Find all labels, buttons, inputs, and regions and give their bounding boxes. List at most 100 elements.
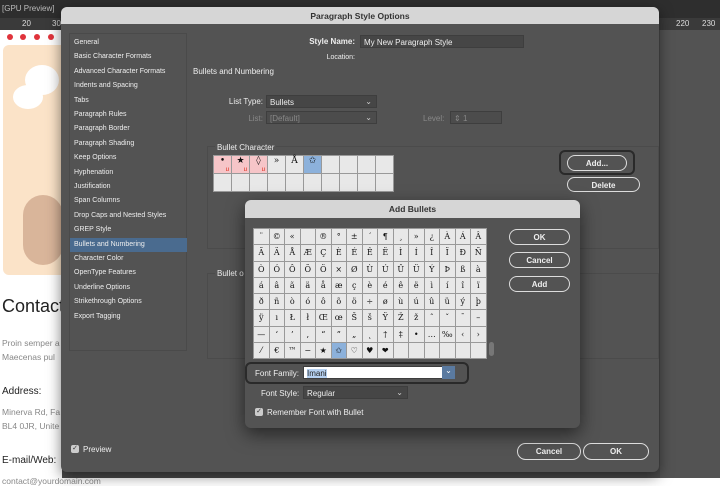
glyph-cell[interactable]: â	[269, 277, 284, 294]
style-name-input[interactable]: My New Paragraph Style	[360, 35, 524, 48]
glyph-cell[interactable]: Ñ	[471, 245, 486, 261]
glyph-cell[interactable]: “	[316, 326, 331, 343]
glyph-cell[interactable]: −	[300, 343, 315, 359]
glyph-cell[interactable]: ¿	[424, 229, 439, 245]
sidebar-item[interactable]: Basic Character Formats	[70, 50, 187, 64]
glyph-cell[interactable]: ç	[347, 277, 362, 294]
level-stepper[interactable]: ⇕ 1	[450, 111, 502, 124]
glyph-cell[interactable]: Î	[424, 245, 439, 261]
glyph-cell[interactable]: ±	[347, 229, 362, 245]
sidebar-item[interactable]: Paragraph Rules	[70, 108, 187, 122]
glyph-cell[interactable]: ’	[285, 326, 300, 343]
glyph-cell[interactable]: Æ	[300, 245, 315, 261]
glyph-cell[interactable]: ‚	[300, 326, 315, 343]
glyph-cell[interactable]: ®	[316, 229, 331, 245]
glyph-cell[interactable]: ì	[424, 277, 439, 294]
bullet-cell[interactable]	[214, 174, 231, 191]
glyph-cell[interactable]: Þ	[440, 261, 455, 277]
bullet-cell[interactable]	[358, 174, 375, 191]
glyph-cell[interactable]: €	[269, 343, 284, 359]
glyph-cell[interactable]	[455, 343, 470, 359]
glyph-cell[interactable]: Ë	[378, 245, 393, 261]
glyph-cell[interactable]: û	[424, 294, 439, 310]
bullet-cell[interactable]	[268, 174, 285, 191]
preview-checkbox[interactable]: ✓	[71, 445, 79, 453]
glyph-cell[interactable]: ”	[331, 326, 346, 343]
sidebar-item[interactable]: General	[70, 36, 187, 50]
sidebar-item[interactable]: Export Tagging	[70, 310, 187, 324]
glyph-cell[interactable]: ı	[269, 310, 284, 326]
glyph-cell[interactable]: ˇ	[440, 310, 455, 326]
glyph-cell[interactable]: –	[471, 310, 486, 326]
bullet-cell[interactable]	[340, 174, 357, 191]
glyph-cell[interactable]: ü	[440, 294, 455, 310]
glyph-cell[interactable]: É	[347, 245, 362, 261]
glyph-cell[interactable]: à	[471, 261, 486, 277]
glyph-grid-scrollbar[interactable]	[489, 342, 494, 356]
glyph-cell[interactable]: î	[455, 277, 470, 294]
glyph-cell[interactable]: ›	[471, 326, 486, 343]
glyph-cell[interactable]: „	[347, 326, 362, 343]
bullet-cell[interactable]: Å	[286, 156, 303, 173]
glyph-cell[interactable]: Ł	[285, 310, 300, 326]
glyph-cell[interactable]: ö	[347, 294, 362, 310]
add-bullets-add-button[interactable]: Add	[509, 276, 570, 292]
glyph-cell[interactable]: ✩	[331, 343, 346, 359]
glyph-cell[interactable]: ý	[455, 294, 470, 310]
glyph-cell[interactable]: ñ	[269, 294, 284, 310]
glyph-cell[interactable]: ★	[316, 343, 331, 359]
glyph-cell[interactable]: Ö	[316, 261, 331, 277]
add-bullet-button[interactable]: Add...	[567, 155, 627, 171]
bullet-cell[interactable]	[250, 174, 267, 191]
glyph-cell[interactable]: Á	[455, 229, 470, 245]
glyph-cell[interactable]: ž	[409, 310, 424, 326]
glyph-cell[interactable]: ë	[409, 277, 424, 294]
glyph-cell[interactable]: Ø	[347, 261, 362, 277]
glyph-cell[interactable]: ê	[393, 277, 408, 294]
sidebar-item[interactable]: Tabs	[70, 94, 187, 108]
glyph-cell[interactable]: Š	[347, 310, 362, 326]
glyph-cell[interactable]: ❤	[378, 343, 393, 359]
bullet-cell[interactable]	[232, 174, 249, 191]
glyph-cell[interactable]: Å	[285, 245, 300, 261]
list-type-select[interactable]: Bullets ⌄	[266, 95, 377, 108]
glyph-cell[interactable]	[440, 343, 455, 359]
bullet-cell[interactable]	[376, 174, 393, 191]
glyph-grid[interactable]: ¨ © « ® ° ± ´ ¶ ¸» ¿ À Á Â Ã Ä Å Æ Ç È É Ê Ë Ì Í Î Ï Ð Ñ Ò Ó Ô Õ Ö × Ø Ù Ú Û Ü…	[253, 228, 487, 360]
glyph-cell[interactable]: Ì	[393, 245, 408, 261]
glyph-cell[interactable]: ï	[471, 277, 486, 294]
glyph-cell[interactable]: ô	[316, 294, 331, 310]
sidebar-item[interactable]: Paragraph Shading	[70, 137, 187, 151]
sidebar-item[interactable]: Paragraph Border	[70, 122, 187, 136]
glyph-cell[interactable]: Ù	[362, 261, 377, 277]
glyph-cell[interactable]: Í	[409, 245, 424, 261]
glyph-cell[interactable]: ø	[378, 294, 393, 310]
glyph-cell[interactable]: •	[409, 326, 424, 343]
glyph-cell[interactable]: «	[285, 229, 300, 245]
bullet-cell[interactable]: ◊ u	[250, 156, 267, 173]
glyph-cell[interactable]	[424, 343, 439, 359]
glyph-cell[interactable]: À	[440, 229, 455, 245]
bullet-cell[interactable]	[304, 174, 321, 191]
glyph-cell[interactable]: ÷	[362, 294, 377, 310]
bullet-cell[interactable]: • u	[214, 156, 231, 173]
add-bullets-cancel-button[interactable]: Cancel	[509, 252, 570, 268]
glyph-cell[interactable]	[300, 229, 315, 245]
list-select[interactable]: [Default] ⌄	[266, 111, 377, 124]
glyph-cell[interactable]: Ç	[316, 245, 331, 261]
glyph-cell[interactable]	[393, 343, 408, 359]
glyph-cell[interactable]: í	[440, 277, 455, 294]
glyph-cell[interactable]: ‡	[393, 326, 408, 343]
sidebar-item[interactable]: Indents and Spacing	[70, 79, 187, 93]
glyph-cell[interactable]: …	[424, 326, 439, 343]
glyph-cell[interactable]: ä	[300, 277, 315, 294]
glyph-cell[interactable]: ×	[331, 261, 346, 277]
glyph-cell[interactable]: æ	[331, 277, 346, 294]
glyph-cell[interactable]: Õ	[300, 261, 315, 277]
glyph-cell[interactable]: õ	[331, 294, 346, 310]
glyph-cell[interactable]: ˛	[362, 326, 377, 343]
glyph-cell[interactable]: ⁄	[254, 343, 269, 359]
glyph-cell[interactable]: ¨	[254, 229, 269, 245]
glyph-cell[interactable]: Œ	[316, 310, 331, 326]
glyph-cell[interactable]: ÿ	[254, 310, 269, 326]
